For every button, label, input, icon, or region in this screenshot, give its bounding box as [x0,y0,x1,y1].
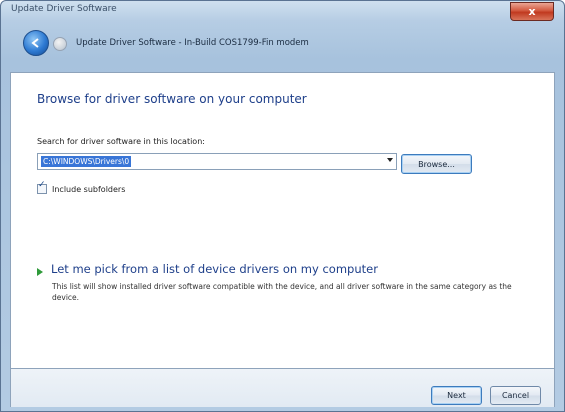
back-arrow-icon [31,38,39,48]
include-subfolders-checkbox[interactable]: ✓ [37,180,47,194]
include-subfolders-row[interactable]: ✓ Include subfolders [37,180,125,194]
wizard-title: Update Driver Software - In-Build COS179… [76,38,309,48]
cancel-button[interactable]: Cancel [490,386,541,405]
include-subfolders-label[interactable]: Include subfolders [52,185,125,194]
close-icon: x [528,5,536,18]
pick-from-list-description: This list will show installed driver sof… [52,282,512,302]
back-button[interactable] [23,30,49,56]
path-input-value[interactable]: C:\WINDOWS\Drivers\0 [41,156,132,167]
close-button[interactable]: x [510,2,554,21]
path-combobox[interactable]: C:\WINDOWS\Drivers\0 [37,153,397,170]
search-location-label: Search for driver software in this locat… [37,137,205,146]
page-heading: Browse for driver software on your compu… [37,92,307,106]
checkmark-icon: ✓ [38,180,46,190]
wizard-window: Update Driver Software x Update Driver S… [0,0,565,412]
titlebar-title: Update Driver Software [11,4,117,14]
forward-button[interactable] [53,37,67,51]
chevron-down-icon[interactable] [387,158,393,162]
pick-from-list-link[interactable]: Let me pick from a list of device driver… [51,262,378,276]
button-bar: Next Cancel [10,369,555,407]
browse-button[interactable]: Browse... [401,154,472,174]
content-panel: Browse for driver software on your compu… [10,72,555,369]
next-button[interactable]: Next [431,386,482,405]
green-arrow-icon [37,268,43,276]
